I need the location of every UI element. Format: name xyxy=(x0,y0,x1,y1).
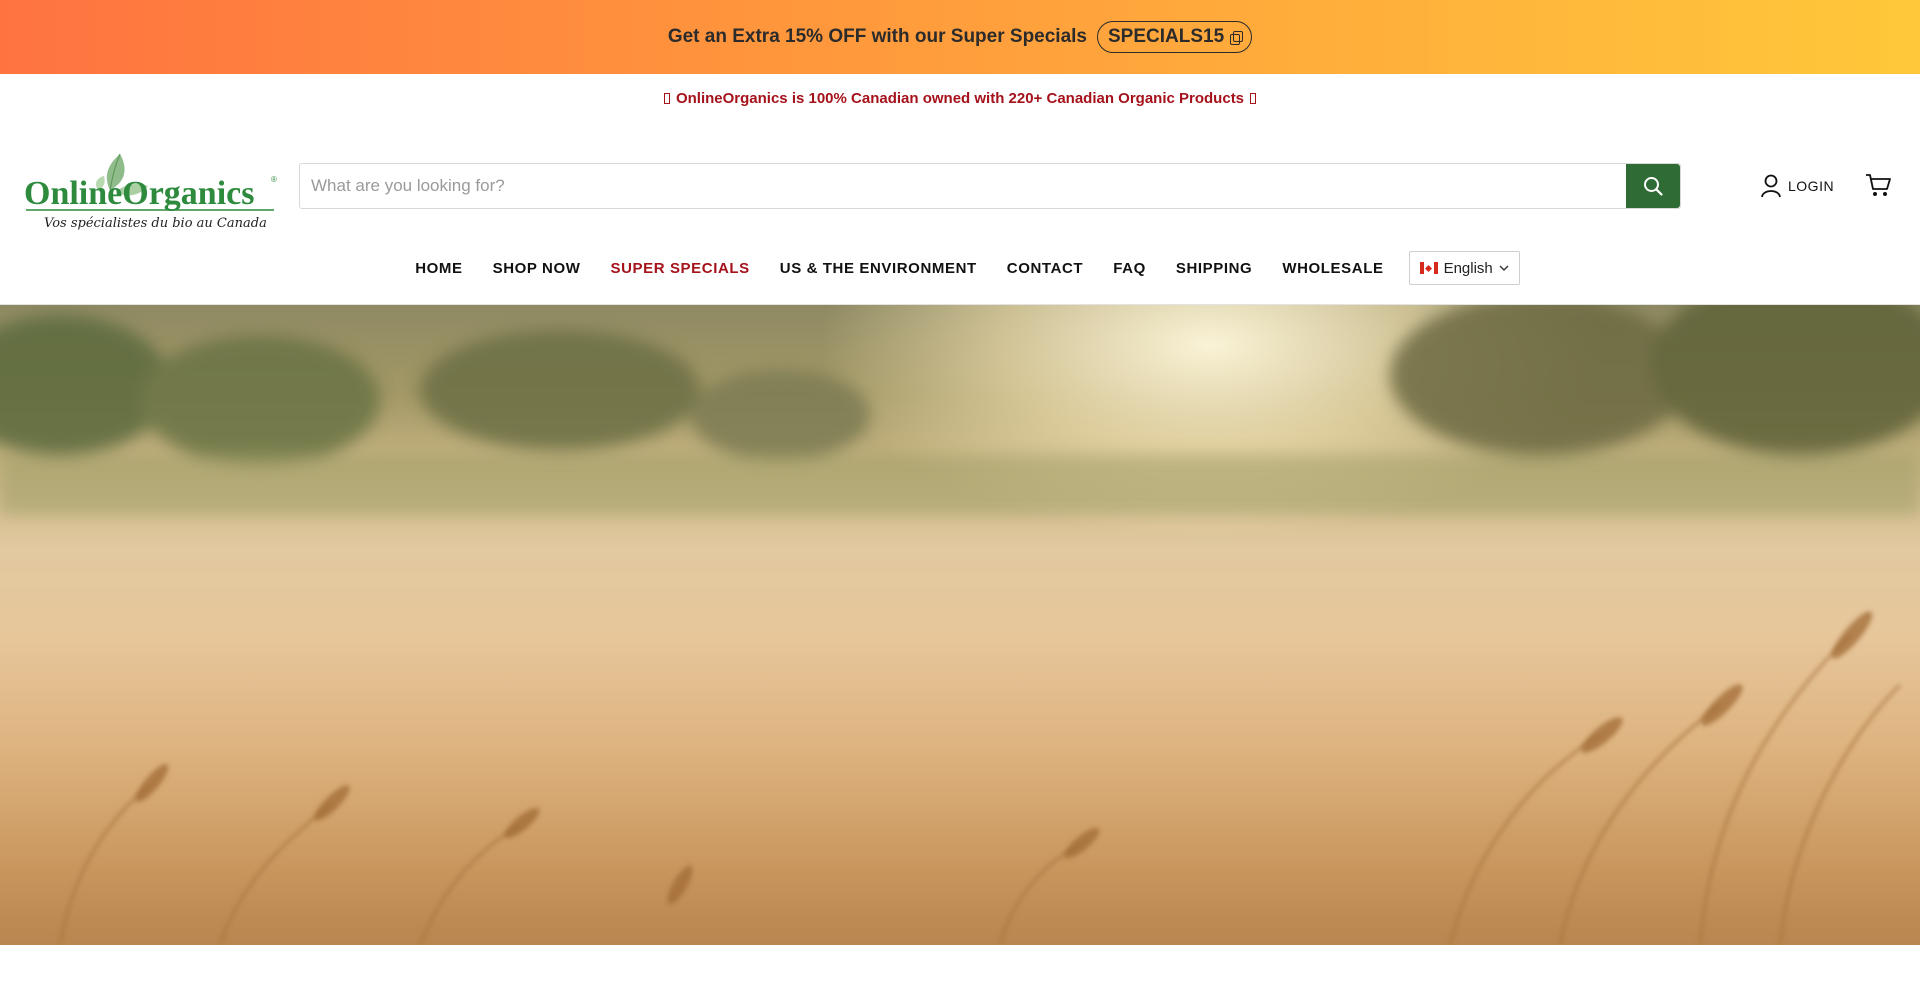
canada-flag-icon xyxy=(1419,262,1438,274)
logo-tagline: Vos spécialistes du bio au Canada xyxy=(44,216,267,231)
user-icon xyxy=(1761,174,1781,198)
login-label: LOGIN xyxy=(1788,178,1835,194)
promo-code-label: SPECIALS15 xyxy=(1108,26,1225,47)
announcement-text: OnlineOrganics is 100% Canadian owned wi… xyxy=(675,89,1245,107)
nav-item-contact[interactable]: CONTACT xyxy=(1007,260,1083,277)
search-input[interactable] xyxy=(300,164,1626,208)
nav-item-shop-now[interactable]: SHOP NOW xyxy=(493,260,581,277)
nav-item-faq[interactable]: FAQ xyxy=(1113,260,1146,277)
nav-item-super-specials[interactable]: SUPER SPECIALS xyxy=(611,260,750,277)
nav-item-home[interactable]: HOME xyxy=(415,260,462,277)
chevron-down-icon xyxy=(1499,265,1509,271)
nav-item-environment[interactable]: US & THE ENVIRONMENT xyxy=(780,260,977,277)
cart-button[interactable] xyxy=(1864,171,1892,199)
copy-icon xyxy=(1230,31,1244,45)
language-selector[interactable]: English xyxy=(1408,251,1520,285)
site-header: OnlineOrganics ® Vos spécialistes du bio… xyxy=(0,130,1920,242)
search-bar xyxy=(299,163,1681,209)
svg-text:®: ® xyxy=(271,175,277,184)
nav-item-wholesale[interactable]: WHOLESALE xyxy=(1282,260,1383,277)
search-button[interactable] xyxy=(1626,164,1680,208)
maple-leaf-icon xyxy=(663,92,670,104)
cart-icon xyxy=(1866,174,1891,196)
maple-leaf-icon xyxy=(1250,92,1257,104)
promo-code-button[interactable]: SPECIALS15 xyxy=(1097,21,1253,53)
announcement-bar: OnlineOrganics is 100% Canadian owned wi… xyxy=(0,74,1920,122)
hero-wheat-field-image xyxy=(0,305,1920,945)
logo-wordmark: OnlineOrganics xyxy=(24,175,254,212)
hero-banner xyxy=(0,305,1920,945)
promo-bar: Get an Extra 15% OFF with our Super Spec… xyxy=(0,0,1920,74)
main-nav: HOME SHOP NOW SUPER SPECIALS US & THE EN… xyxy=(0,250,1920,286)
logo-graphic: OnlineOrganics ® Vos spécialistes du bio… xyxy=(24,153,277,231)
nav-item-shipping[interactable]: SHIPPING xyxy=(1176,260,1252,277)
language-label: English xyxy=(1443,259,1493,277)
site-logo[interactable]: OnlineOrganics ® Vos spécialistes du bio… xyxy=(24,140,280,236)
search-icon xyxy=(1644,177,1663,196)
login-link[interactable]: LOGIN xyxy=(1760,172,1834,200)
promo-text: Get an Extra 15% OFF with our Super Spec… xyxy=(667,26,1087,47)
